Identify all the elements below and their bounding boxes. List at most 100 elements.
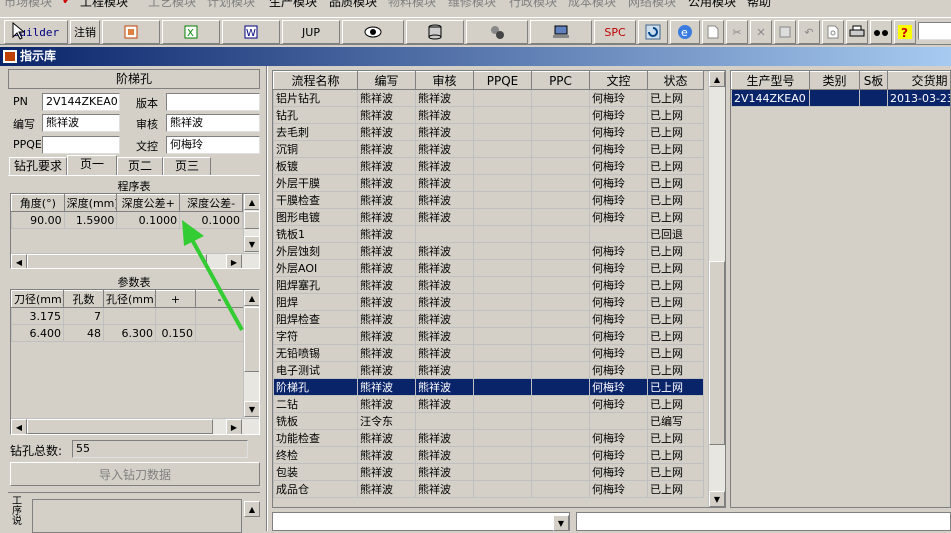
menu-repair[interactable]: 维修模块 <box>448 0 496 10</box>
process-cell[interactable] <box>532 209 590 226</box>
process-cell[interactable]: 熊祥波 <box>358 328 416 345</box>
program-cell[interactable]: 90.00 <box>12 212 65 229</box>
process-cell[interactable] <box>590 226 648 243</box>
eye-icon[interactable] <box>342 20 404 44</box>
param-cell[interactable]: 6.300 <box>104 325 156 342</box>
table-row[interactable]: 外层干膜熊祥波熊祥波何梅玲已上网 <box>274 175 704 192</box>
process-cell[interactable]: 何梅玲 <box>590 175 648 192</box>
menu-market[interactable]: 市场模块 <box>4 0 52 10</box>
scroll-right-icon[interactable]: ▶ <box>226 419 242 435</box>
process-cell[interactable] <box>590 413 648 430</box>
process-cell[interactable]: 已上网 <box>648 430 704 447</box>
scroll-up-icon[interactable]: ▲ <box>709 71 725 87</box>
process-cell[interactable] <box>532 158 590 175</box>
print-icon[interactable] <box>846 20 868 44</box>
process-cell[interactable]: 熊祥波 <box>358 481 416 498</box>
process-cell[interactable]: 熊祥波 <box>416 192 474 209</box>
process-cell[interactable] <box>532 396 590 413</box>
scroll-left-icon[interactable]: ◀ <box>11 254 27 269</box>
table-row[interactable]: 干膜检查熊祥波熊祥波何梅玲已上网 <box>274 192 704 209</box>
process-cell[interactable]: 熊祥波 <box>416 107 474 124</box>
process-cell[interactable]: 何梅玲 <box>590 192 648 209</box>
tools-icon[interactable] <box>466 20 528 44</box>
process-cell[interactable]: 熊祥波 <box>416 175 474 192</box>
save-icon[interactable] <box>774 20 796 44</box>
param-cell[interactable]: 7 <box>64 308 104 325</box>
model-cell[interactable] <box>810 90 860 107</box>
table-row[interactable]: 外层AOI熊祥波熊祥波何梅玲已上网 <box>274 260 704 277</box>
tab-drill-requirements[interactable]: 钻孔要求 <box>9 157 67 175</box>
doc-control-field[interactable]: 何梅玲 <box>166 136 260 154</box>
table-row[interactable]: 阻焊塞孔熊祥波熊祥波何梅玲已上网 <box>274 277 704 294</box>
menu-admin[interactable]: 行政模块 <box>509 0 557 10</box>
table-row[interactable]: 阻焊熊祥波熊祥波何梅玲已上网 <box>274 294 704 311</box>
tab-page-3[interactable]: 页三 <box>163 157 211 175</box>
scroll-up-icon[interactable]: ▲ <box>244 501 260 517</box>
process-cell[interactable]: 已上网 <box>648 328 704 345</box>
process-cell[interactable]: 已回退 <box>648 226 704 243</box>
process-cell[interactable]: 成品仓 <box>274 481 358 498</box>
menu-plan[interactable]: 计划模块 <box>207 0 255 10</box>
preview-icon[interactable] <box>822 20 844 44</box>
process-cell[interactable]: 熊祥波 <box>358 243 416 260</box>
refresh-icon[interactable] <box>638 20 668 44</box>
process-filter-combo[interactable]: ▼ <box>272 512 570 531</box>
menu-engineering[interactable]: 工程模块 <box>80 0 128 10</box>
menu-production[interactable]: 生产模块 <box>269 0 317 10</box>
header-reviewer[interactable]: 审核 <box>416 72 474 90</box>
process-cell[interactable]: 何梅玲 <box>590 396 648 413</box>
process-cell[interactable] <box>532 90 590 107</box>
process-cell[interactable]: 已编写 <box>648 413 704 430</box>
process-cell[interactable]: 熊祥波 <box>358 362 416 379</box>
database-icon[interactable] <box>406 20 464 44</box>
table-row[interactable]: 铝片钻孔熊祥波熊祥波何梅玲已上网 <box>274 90 704 107</box>
header-ppc[interactable]: PPC <box>532 72 590 90</box>
process-cell[interactable]: 熊祥波 <box>358 294 416 311</box>
process-cell[interactable] <box>474 124 532 141</box>
param-cell[interactable]: 3.175 <box>12 308 64 325</box>
process-cell[interactable] <box>474 413 532 430</box>
pn-field[interactable]: 2V144ZKEA0 <box>42 93 120 111</box>
process-cell[interactable] <box>474 226 532 243</box>
process-cell[interactable]: 熊祥波 <box>358 277 416 294</box>
process-cell[interactable]: 阶梯孔 <box>274 379 358 396</box>
dropdown-arrow-icon[interactable]: ▼ <box>553 515 569 531</box>
process-cell[interactable] <box>532 141 590 158</box>
process-cell[interactable]: 已上网 <box>648 294 704 311</box>
process-cell[interactable] <box>532 294 590 311</box>
process-cell[interactable]: 已上网 <box>648 311 704 328</box>
delete-icon[interactable]: ✕ <box>750 20 772 44</box>
word-icon[interactable]: W <box>222 20 280 44</box>
process-cell[interactable]: 熊祥波 <box>358 464 416 481</box>
process-cell[interactable]: 熊祥波 <box>358 209 416 226</box>
param-cell[interactable]: 6.400 <box>12 325 64 342</box>
process-cell[interactable]: 熊祥波 <box>358 260 416 277</box>
process-cell[interactable]: 熊祥波 <box>416 447 474 464</box>
process-cell[interactable]: 熊祥波 <box>416 396 474 413</box>
process-cell[interactable]: 铣板 <box>274 413 358 430</box>
process-cell[interactable]: 已上网 <box>648 345 704 362</box>
process-cell[interactable] <box>532 260 590 277</box>
header-doc-control[interactable]: 文控 <box>590 72 648 90</box>
process-cell[interactable]: 何梅玲 <box>590 260 648 277</box>
process-cell[interactable] <box>474 158 532 175</box>
process-cell[interactable]: 熊祥波 <box>358 158 416 175</box>
process-cell[interactable]: 终检 <box>274 447 358 464</box>
process-cell[interactable]: 熊祥波 <box>358 141 416 158</box>
param-header-tool-diameter[interactable]: 刀径(mm) <box>12 291 64 308</box>
program-cell[interactable]: 1.5900 <box>64 212 117 229</box>
review-field[interactable]: 熊祥波 <box>166 114 260 132</box>
process-cell[interactable]: 何梅玲 <box>590 464 648 481</box>
process-cell[interactable]: 何梅玲 <box>590 277 648 294</box>
process-cell[interactable]: 熊祥波 <box>416 243 474 260</box>
process-cell[interactable]: 熊祥波 <box>416 345 474 362</box>
toolbar-search-input[interactable] <box>918 22 951 40</box>
process-cell[interactable]: 铝片钻孔 <box>274 90 358 107</box>
table-row[interactable]: 二钻熊祥波熊祥波何梅玲已上网 <box>274 396 704 413</box>
process-cell[interactable]: 熊祥波 <box>416 362 474 379</box>
model-cell[interactable]: 2V144ZKEA0 <box>732 90 810 107</box>
process-cell[interactable]: 阻焊检查 <box>274 311 358 328</box>
process-cell[interactable]: 二钻 <box>274 396 358 413</box>
process-cell[interactable] <box>474 260 532 277</box>
program-header-depth[interactable]: 深度(mm) <box>64 195 117 212</box>
